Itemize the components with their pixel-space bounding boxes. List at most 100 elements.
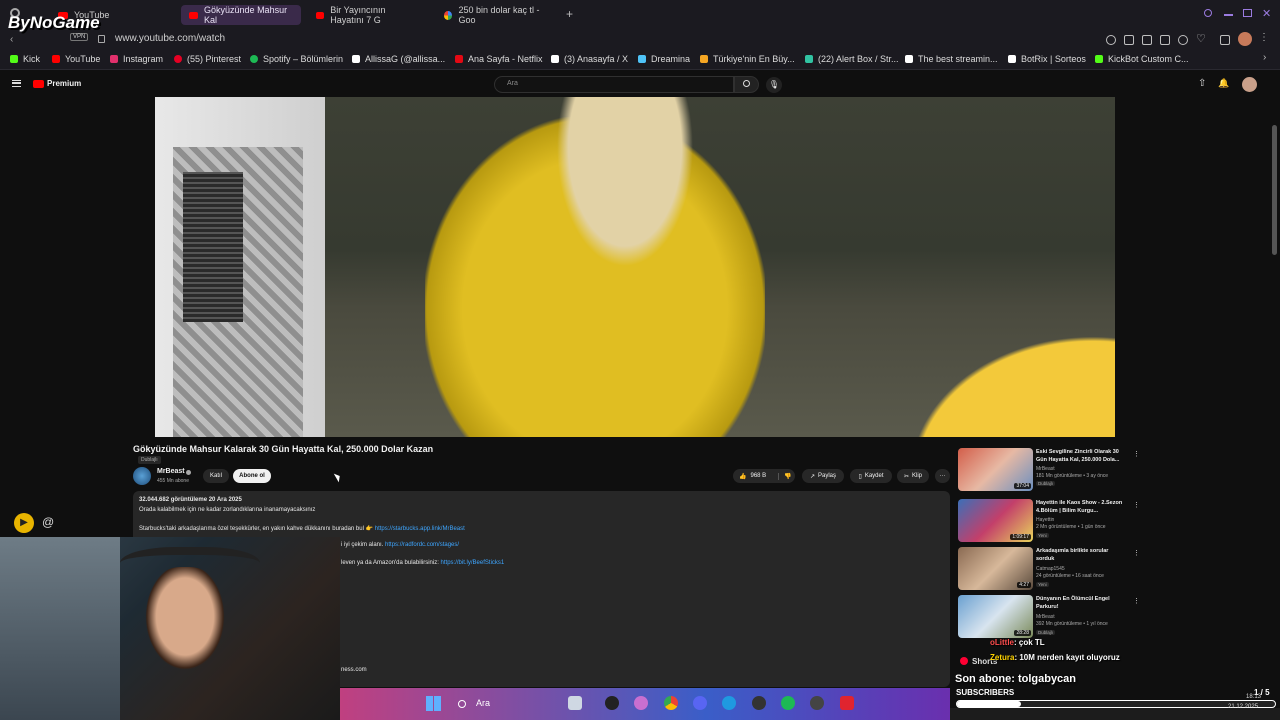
join-button[interactable]: Katıl [203,469,229,483]
shop-icon [700,55,708,63]
recommended-title[interactable]: Dünyanın En Ölümcül Engel Parkuru! [1036,595,1128,611]
spotify-icon[interactable] [781,696,795,710]
dislike-icon[interactable]: 👎 [778,472,792,480]
x-icon [551,55,559,63]
recommended-video[interactable]: 28:28 Dünyanın En Ölümcül Engel Parkuru!… [958,595,1140,639]
video-thumbnail[interactable]: 4:27 [958,547,1033,590]
taskbar-search[interactable]: Ara [476,698,490,708]
recommended-title[interactable]: Arkadaşımla birlikte sorular sorduk [1036,547,1128,563]
voice-search-button[interactable]: 🎙 [766,77,782,93]
screenshot-icon[interactable] [1142,35,1152,45]
beefsticks-link[interactable]: https://bit.ly/BeefSticks1 [441,560,505,566]
video-thumbnail[interactable]: 37:04 [958,448,1033,491]
share-button[interactable]: ↗ Paylaş [802,469,844,483]
bookmark-netflix[interactable]: Ana Sayfa - Netflix [455,54,543,64]
discord-icon[interactable] [693,696,707,710]
minimize-icon[interactable] [1224,14,1233,16]
like-icon[interactable]: 👍 [739,473,746,480]
back-icon[interactable]: ‹ [10,34,13,45]
shield-icon[interactable] [1124,35,1134,45]
clock-time[interactable]: 18:13 [1246,694,1261,700]
bookmark-kick[interactable]: Kick [10,54,40,64]
youtube-premium-logo[interactable]: Premium [33,79,81,88]
file-explorer-icon[interactable] [568,696,582,710]
save-button[interactable]: ▯ Kaydet [850,469,892,483]
upload-icon[interactable]: ⇧ [1198,78,1206,89]
app-icon[interactable] [840,696,854,710]
app-icon[interactable] [634,696,648,710]
search-button[interactable] [734,76,759,93]
more-options-icon[interactable]: ⋮ [1133,549,1140,557]
bookmark-pinterest[interactable]: (55) Pinterest [174,54,241,64]
subscribe-button[interactable]: Abone ol [233,469,271,483]
obs-icon[interactable] [752,696,766,710]
tab-streamer-video[interactable]: Bir Yayıncının Hayatını 7 G [308,5,428,25]
bookmark-alertbox[interactable]: (22) Alert Box / Str... [805,54,899,64]
more-options-icon[interactable]: ⋮ [1133,501,1140,509]
video-thumbnail[interactable]: 1:09:17 [958,499,1033,542]
zoom-icon[interactable] [1106,35,1116,45]
channel-avatar[interactable] [133,467,151,485]
recommended-video[interactable]: 4:27 Arkadaşımla birlikte sorular sorduk… [958,547,1140,591]
recommended-video[interactable]: 37:04 Eski Sevgiline Zincirli Olarak 30 … [958,448,1140,492]
bookmark-label: Ana Sayfa - Netflix [468,54,543,64]
block-icon[interactable] [1160,35,1170,45]
bookmarks-overflow-icon[interactable]: › [1263,52,1266,63]
account-avatar[interactable] [1242,77,1257,92]
more-options-icon[interactable]: ⋮ [1133,450,1140,458]
browser-menu-dots-icon[interactable]: ⋮ [1259,32,1269,43]
stages-link[interactable]: https://radfordc.com/stages/ [385,542,459,548]
recommended-channel[interactable]: Hayettin [1036,517,1136,524]
play-icon[interactable] [1178,35,1188,45]
recommended-channel[interactable]: MrBeast [1036,614,1136,621]
steam-icon[interactable] [810,696,824,710]
video-player[interactable] [155,97,1115,437]
close-icon[interactable]: ✕ [1262,7,1271,20]
recommended-channel[interactable]: MrBeast [1036,466,1136,473]
like-count[interactable]: 968 B [750,473,766,479]
bookmark-x[interactable]: (3) Anasayfa / X [551,54,628,64]
channel-name[interactable]: MrBeast [157,468,185,475]
bookmark-botrix[interactable]: BotRix | Sorteos [1008,54,1086,64]
clip-button[interactable]: ✂ Klip [897,469,929,483]
dubbed-badge: Dublajlı [138,456,161,464]
extensions-icon[interactable] [1220,35,1230,45]
bookmark-youtube[interactable]: YouTube [52,54,100,64]
app-icon[interactable] [605,696,619,710]
bookmark-spotify[interactable]: Spotify – Bölümlerin [250,54,343,64]
url-field[interactable]: www.youtube.com/watch [115,33,225,44]
profile-avatar[interactable] [1238,32,1252,46]
more-options-icon[interactable]: ⋮ [1133,597,1140,605]
search-icon[interactable] [458,700,466,708]
windows-start-icon[interactable] [426,696,441,711]
bookmark-tiktok[interactable]: AllissaG (@allissa... [352,54,445,64]
new-tab-button[interactable]: + [566,7,573,21]
video-thumbnail[interactable]: 28:28 [958,595,1033,638]
recommended-video[interactable]: 1:09:17 Hayettin ile Kaos Show - 2.Sezon… [958,499,1140,543]
bookmark-streaming[interactable]: The best streamin... [905,54,998,64]
heart-icon[interactable]: ♡ [1196,32,1206,45]
tab-current-video[interactable]: Gökyüzünde Mahsur Kal [181,5,301,25]
search-icon[interactable] [1204,9,1212,17]
more-actions-button[interactable]: ··· [935,469,950,483]
page-scrollbar[interactable] [1272,125,1277,255]
recommended-channel[interactable]: Catmap1545 [1036,566,1136,573]
bookmark-turkiye[interactable]: Türkiye'nin En Büy... [700,54,795,64]
chrome-icon[interactable] [664,696,678,710]
bookmark-instagram[interactable]: Instagram [110,54,163,64]
vpn-badge[interactable]: VPN [70,33,89,41]
hamburger-menu-icon[interactable] [12,80,21,87]
bookmark-dreamina[interactable]: Dreamina [638,54,690,64]
tab-google-search[interactable]: 250 bin dolar kaç tl - Goo [436,5,561,25]
search-input[interactable]: Ara [494,76,734,93]
clock-date[interactable]: 21.12.2025 [1228,704,1258,710]
starbucks-link[interactable]: https://starbucks.app.link/MrBeast [375,526,465,532]
recommended-title[interactable]: Hayettin ile Kaos Show - 2.Sezon 4.Bölüm… [1036,499,1128,515]
notifications-icon[interactable]: 🔔 [1218,78,1229,89]
bookmark-kickbot[interactable]: KickBot Custom C... [1095,54,1189,64]
recommended-title[interactable]: Eski Sevgiline Zincirli Olarak 30 Gün Ha… [1036,448,1128,464]
edge-icon[interactable] [722,696,736,710]
microphone-icon: 🎙 [768,80,780,89]
streamer-webcam [0,537,340,720]
maximize-icon[interactable] [1243,9,1252,17]
